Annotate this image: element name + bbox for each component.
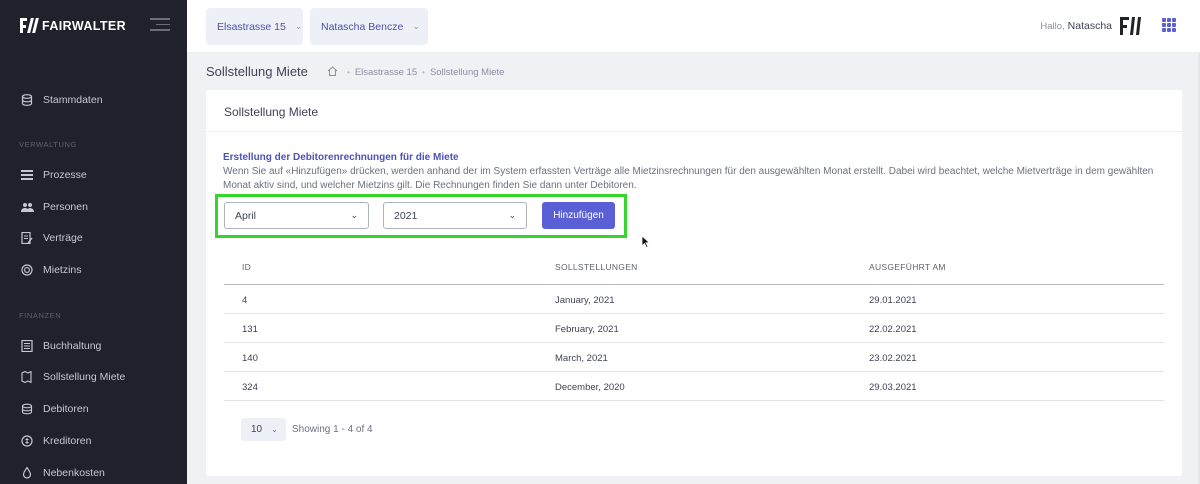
- chevron-down-icon: ⌄: [412, 21, 420, 31]
- cell-sollstellung: March, 2021: [555, 353, 608, 364]
- database-icon: [20, 94, 34, 106]
- cell-id: 4: [242, 295, 248, 306]
- table-row[interactable]: 131 February, 2021 22.02.2021: [224, 314, 1164, 343]
- breadcrumb-item: Sollstellung Miete: [429, 67, 505, 78]
- sidebar-item-debitoren[interactable]: Debitoren: [20, 403, 89, 415]
- cell-date: 29.01.2021: [869, 295, 917, 306]
- sidebar-item-label: Kreditoren: [43, 435, 92, 447]
- mouse-cursor-icon: [641, 235, 651, 249]
- card-title: Sollstellung Miete: [206, 90, 1182, 132]
- fairwalter-logo-icon: [20, 17, 39, 35]
- column-header-sollstellungen[interactable]: SOLLSTELLUNGEN: [555, 262, 638, 272]
- wallet-icon: [20, 435, 34, 447]
- section-label-verwaltung: VERWALTUNG: [19, 140, 77, 149]
- coins-icon: [20, 403, 34, 415]
- sidebar-item-label: Stammdaten: [43, 94, 103, 106]
- cell-date: 23.02.2021: [869, 353, 917, 364]
- page-title: Sollstellung Miete: [206, 64, 308, 79]
- month-select[interactable]: April ⌄: [224, 202, 369, 229]
- chevron-down-icon: ⌄: [508, 210, 516, 220]
- column-header-ausgefuehrt[interactable]: AUSGEFÜHRT AM: [869, 262, 946, 272]
- pagination-info: Showing 1 - 4 of 4: [292, 424, 373, 435]
- sidebar-item-buchhaltung[interactable]: Buchhaltung: [20, 340, 101, 352]
- menu-toggle-icon[interactable]: [150, 18, 170, 35]
- sidebar-item-mietzins[interactable]: Mietzins: [20, 264, 82, 276]
- month-select-value: April: [235, 209, 257, 222]
- user-greeting: Hallo, Natascha: [1040, 20, 1112, 32]
- page-size-value: 10: [251, 424, 263, 435]
- sidebar-item-label: Verträge: [43, 232, 83, 244]
- utility-icon: [20, 467, 34, 479]
- coin-icon: [20, 264, 34, 276]
- sidebar-item-label: Prozesse: [43, 169, 87, 181]
- sidebar-item-label: Debitoren: [43, 403, 89, 415]
- sidebar-item-label: Mietzins: [43, 264, 82, 276]
- sidebar-item-prozesse[interactable]: Prozesse: [20, 169, 87, 181]
- cell-date: 22.02.2021: [869, 324, 917, 335]
- sidebar-item-vertraege[interactable]: Verträge: [20, 232, 83, 244]
- sidebar-item-label: Buchhaltung: [43, 340, 102, 352]
- sidebar-item-label: Nebenkosten: [43, 467, 105, 479]
- people-icon: [20, 201, 34, 213]
- cell-sollstellung: January, 2021: [555, 295, 615, 306]
- table-row[interactable]: 324 December, 2020 29.03.2021: [224, 372, 1164, 401]
- user-name: Natascha: [1067, 20, 1112, 32]
- chevron-down-icon: ⌄: [294, 21, 303, 31]
- greeting-text: Hallo,: [1040, 21, 1065, 32]
- user-avatar-icon[interactable]: [1120, 15, 1142, 37]
- section-label-finanzen: FINANZEN: [19, 311, 62, 320]
- apps-grid-icon[interactable]: [1162, 18, 1176, 32]
- chevron-down-icon: ⌄: [350, 210, 358, 220]
- table-row[interactable]: 140 March, 2021 23.02.2021: [224, 343, 1164, 372]
- page-size-select[interactable]: 10 ⌄: [241, 418, 286, 441]
- app-logo[interactable]: FAIRWALTER: [20, 17, 126, 35]
- app-name: FAIRWALTER: [42, 19, 127, 33]
- chevron-down-icon: ⌄: [271, 425, 278, 434]
- sidebar-item-personen[interactable]: Personen: [20, 201, 88, 213]
- home-icon[interactable]: [327, 66, 338, 79]
- contract-icon: [20, 232, 34, 244]
- property-select-value: Elsastrasse 15: [217, 20, 286, 33]
- sidebar-item-kreditoren[interactable]: Kreditoren: [20, 435, 91, 447]
- sidebar-item-label: Sollstellung Miete: [43, 371, 126, 383]
- property-select[interactable]: Elsastrasse 15 ⌄: [206, 8, 303, 45]
- table-row[interactable]: 4 January, 2021 29.01.2021: [224, 285, 1164, 314]
- cell-date: 29.03.2021: [869, 382, 917, 393]
- cell-id: 131: [242, 324, 258, 335]
- invoice-icon: [20, 371, 34, 383]
- sidebar-item-stammdaten[interactable]: Stammdaten: [20, 94, 103, 106]
- cell-id: 324: [242, 382, 258, 393]
- person-select-value: Natascha Bencze: [321, 20, 404, 33]
- cell-sollstellung: February, 2021: [555, 324, 619, 335]
- list-icon: [20, 169, 34, 181]
- breadcrumb-item[interactable]: Elsastrasse 15: [355, 67, 417, 78]
- add-button[interactable]: Hinzufügen: [542, 202, 615, 229]
- topbar: Elsastrasse 15 ⌄ Natascha Bencze ⌄ Hallo…: [187, 0, 1200, 53]
- section-title: Erstellung der Debitorenrechnungen für d…: [223, 152, 459, 163]
- cell-id: 140: [242, 353, 258, 364]
- sidebar-item-sollstellung-miete[interactable]: Sollstellung Miete: [20, 371, 125, 383]
- person-select[interactable]: Natascha Bencze ⌄: [310, 8, 428, 45]
- column-header-id[interactable]: ID: [242, 262, 251, 272]
- sidebar-item-nebenkosten[interactable]: Nebenkosten: [20, 467, 105, 479]
- year-select[interactable]: 2021 ⌄: [383, 202, 527, 229]
- sidebar-item-label: Personen: [43, 201, 88, 213]
- sidebar: FAIRWALTER Stammdaten VERWALTUNG Prozess…: [0, 0, 187, 484]
- year-select-value: 2021: [394, 209, 418, 222]
- cell-sollstellung: December, 2020: [555, 382, 625, 393]
- section-description: Wenn Sie auf «Hinzufügen» drücken, werde…: [223, 166, 1154, 191]
- ledger-icon: [20, 340, 34, 352]
- sollstellung-card: Sollstellung Miete Erstellung der Debito…: [206, 90, 1182, 476]
- breadcrumb: • Elsastrasse 15 • Sollstellung Miete: [327, 66, 504, 79]
